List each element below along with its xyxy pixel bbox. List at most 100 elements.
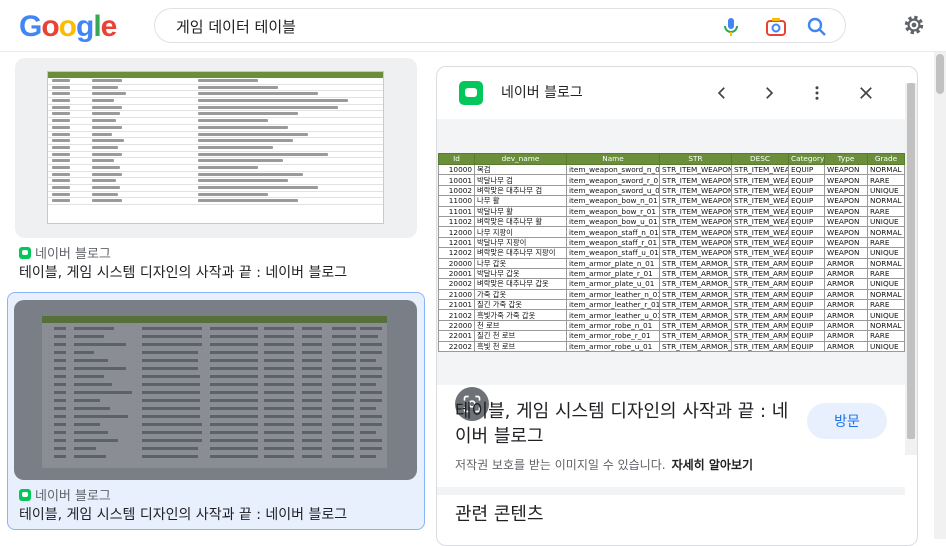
table-cell: EQUIP bbox=[788, 184, 825, 197]
table-cell: STR_ITEM_ARMOR_LE bbox=[659, 309, 732, 321]
table-cell: UNIQUE bbox=[867, 278, 905, 290]
scrollbar-thumb[interactable] bbox=[907, 83, 915, 439]
table-cell: NORMAL bbox=[867, 195, 905, 207]
result-title[interactable]: 테이블, 게임 시스템 디자인의 사작과 끝 : 네이버 블로그 bbox=[19, 262, 347, 282]
table-cell: 천 로브 bbox=[474, 319, 567, 332]
table-cell: 10000 bbox=[438, 163, 475, 176]
table-cell: EQUIP bbox=[788, 236, 825, 249]
table-cell: EQUIP bbox=[788, 174, 825, 186]
table-cell: EQUIP bbox=[788, 226, 825, 238]
table-cell: NORMAL bbox=[867, 319, 905, 332]
table-cell: 21000 bbox=[438, 288, 475, 301]
table-cell: EQUIP bbox=[788, 309, 825, 321]
table-row: 12001 박달나무 지팡이 item_weapon_staff_r_01 STR_I… bbox=[438, 236, 905, 249]
table-cell: 목검 bbox=[474, 163, 567, 176]
table-cell: 흑빛 천 로브 bbox=[474, 340, 567, 353]
column-header: Category bbox=[788, 153, 825, 165]
mic-icon[interactable] bbox=[719, 15, 743, 39]
table-row: 10001 박달나무 검 item_weapon_sword_r_01 STR_ITE… bbox=[438, 174, 905, 186]
table-row: 12002 벼락맞은 대추나무 지팡이 item_weapon_staff_u_01… bbox=[438, 247, 905, 259]
page-scrollbar[interactable] bbox=[934, 52, 946, 539]
table-cell: STR_ITEM_WEAPON_B bbox=[659, 205, 732, 217]
table-cell: STR_ITEM_WEAF bbox=[731, 184, 789, 197]
panel-site-name[interactable]: 네이버 블로그 bbox=[501, 82, 583, 102]
table-cell: STR_ITEM_ARMC bbox=[731, 309, 789, 321]
table-cell: STR_ITEM_ARMC bbox=[731, 288, 789, 301]
table-cell: STR_ITEM_ARMC bbox=[731, 257, 789, 269]
table-cell: EQUIP bbox=[788, 163, 825, 176]
table-cell: STR_ITEM_ARMC bbox=[731, 299, 789, 311]
table-cell: WEAPON bbox=[824, 195, 868, 207]
camera-search-icon[interactable] bbox=[764, 15, 788, 39]
table-cell: STR_ITEM_ARMC bbox=[731, 267, 789, 280]
chevron-left-icon[interactable] bbox=[709, 80, 735, 106]
table-row: 21002 흑빛가죽 가죽 갑옷 item_armor_leather_u_01 ST… bbox=[438, 309, 905, 321]
table-row: 22000 천 로브 item_armor_robe_n_01 STR_ITEM_AR… bbox=[438, 319, 905, 332]
preview-image[interactable]: Id dev_name Name STR DESC Category Type Grade 1… bbox=[437, 119, 905, 421]
table-cell: UNIQUE bbox=[867, 309, 905, 321]
result-source[interactable]: 네이버 블로그 bbox=[19, 243, 111, 262]
table-cell: 벼락맞은 대추나무 갑옷 bbox=[474, 278, 567, 290]
gear-icon[interactable] bbox=[901, 12, 927, 38]
more-vert-icon[interactable] bbox=[804, 80, 830, 106]
table-cell: ARMOR bbox=[824, 299, 868, 311]
column-header: DESC bbox=[731, 153, 789, 165]
visit-button[interactable]: 방문 bbox=[807, 403, 887, 439]
table-cell: 박달나무 활 bbox=[474, 205, 567, 217]
search-input[interactable] bbox=[176, 15, 716, 37]
result-source[interactable]: 네이버 블로그 bbox=[19, 485, 111, 504]
table-header-row: Id dev_name Name STR DESC Category Type Grade bbox=[438, 153, 905, 165]
table-cell: WEAPON bbox=[824, 205, 868, 217]
panel-scrollbar[interactable] bbox=[905, 83, 917, 455]
column-header: STR bbox=[659, 153, 732, 165]
table-cell: item_weapon_bow_r_01 bbox=[566, 205, 660, 217]
table-cell: 질긴 가죽 갑옷 bbox=[474, 299, 567, 311]
table-cell: EQUIP bbox=[788, 299, 825, 311]
table-cell: STR_ITEM_WEAPON_S bbox=[659, 236, 732, 249]
table-row: 20001 박달나무 갑옷 item_armor_plate_r_01 STR_ITE… bbox=[438, 267, 905, 280]
table-cell: EQUIP bbox=[788, 278, 825, 290]
result-thumbnail-selected[interactable] bbox=[14, 300, 417, 480]
table-cell: RARE bbox=[867, 299, 905, 311]
table-cell: NORMAL bbox=[867, 257, 905, 269]
table-cell: item_armor_robe_r_01 bbox=[566, 330, 660, 342]
table-cell: STR_ITEM_ARMOR_RC bbox=[659, 319, 732, 332]
table-cell: WEAPON bbox=[824, 163, 868, 176]
result-title[interactable]: 테이블, 게임 시스템 디자인의 사작과 끝 : 네이버 블로그 bbox=[19, 504, 347, 524]
table-row: 21000 가죽 갑옷 item_armor_leather_n_01 STR_ITE… bbox=[438, 288, 905, 301]
column-header: Grade bbox=[867, 153, 905, 165]
close-icon[interactable] bbox=[853, 80, 879, 106]
table-cell: 흑빛가죽 가죽 갑옷 bbox=[474, 309, 567, 321]
table-cell: 질긴 천 로브 bbox=[474, 330, 567, 342]
table-cell: EQUIP bbox=[788, 247, 825, 259]
table-cell: STR_ITEM_WEAF bbox=[731, 226, 789, 238]
header: Google bbox=[0, 0, 946, 52]
table-cell: EQUIP bbox=[788, 288, 825, 301]
table-cell: item_armor_leather_r_01 bbox=[566, 299, 660, 311]
table-cell: ARMOR bbox=[824, 340, 868, 353]
spreadsheet-preview bbox=[47, 71, 384, 224]
table-cell: STR_ITEM_WEAF bbox=[731, 236, 789, 249]
naver-blog-icon bbox=[19, 247, 31, 259]
table-cell: item_armor_leather_u_01 bbox=[566, 309, 660, 321]
google-logo[interactable]: Google bbox=[19, 10, 117, 44]
scrollbar-thumb[interactable] bbox=[936, 54, 944, 94]
learn-more-link[interactable]: 자세히 알아보기 bbox=[672, 458, 753, 472]
chevron-right-icon[interactable] bbox=[756, 80, 782, 106]
result-thumbnail[interactable] bbox=[15, 58, 417, 238]
table-cell: 박달나무 지팡이 bbox=[474, 236, 567, 249]
table-cell: EQUIP bbox=[788, 195, 825, 207]
table-cell: item_weapon_sword_u_01 bbox=[566, 184, 660, 197]
table-cell: 22001 bbox=[438, 330, 475, 342]
table-cell: 21001 bbox=[438, 299, 475, 311]
search-icon[interactable] bbox=[805, 15, 829, 39]
table-cell: RARE bbox=[867, 174, 905, 186]
table-cell: 22000 bbox=[438, 319, 475, 332]
panel-title[interactable]: 테이블, 게임 시스템 디자인의 사작과 끝 : 네이버 블로그 bbox=[455, 399, 795, 449]
table-cell: UNIQUE bbox=[867, 247, 905, 259]
table-cell: 20001 bbox=[438, 267, 475, 280]
table-cell: item_armor_plate_u_01 bbox=[566, 278, 660, 290]
table-row: 11000 나무 활 item_weapon_bow_n_01 STR_ITEM_WE… bbox=[438, 195, 905, 207]
divider bbox=[437, 487, 905, 495]
search-box[interactable] bbox=[154, 8, 846, 43]
